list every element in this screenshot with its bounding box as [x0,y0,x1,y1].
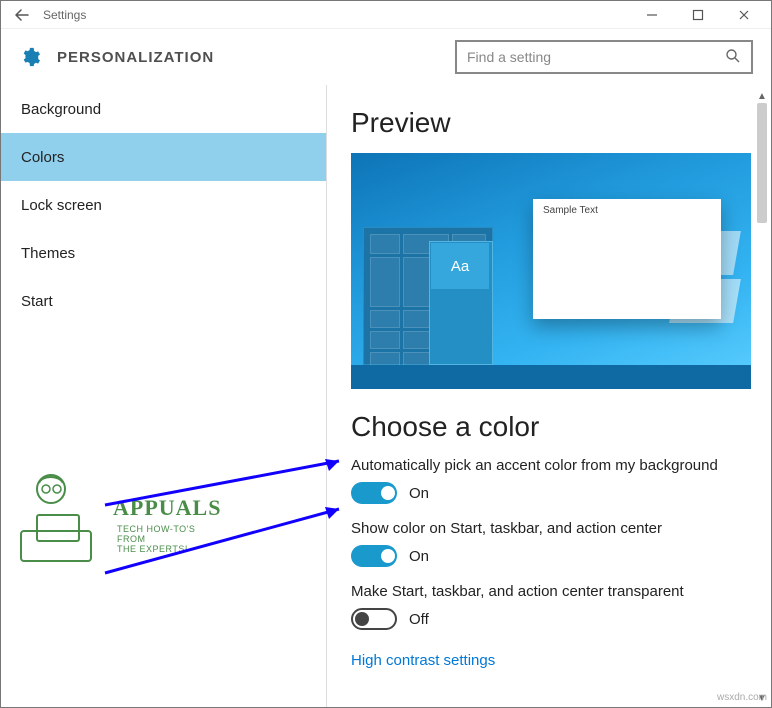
maximize-button[interactable] [675,1,721,29]
high-contrast-link[interactable]: High contrast settings [351,652,495,669]
source-text: wsxdn.com [717,692,767,703]
auto-accent-label: Automatically pick an accent color from … [351,457,747,474]
settings-window: Settings PERSONALIZATION Find a setting [0,0,772,708]
watermark-tagline-2: THE EXPERTS! [117,545,207,555]
sidebar-item-start[interactable]: Start [1,277,326,325]
scroll-up-icon[interactable]: ▲ [755,89,769,103]
search-icon [725,48,741,67]
sidebar-item-label: Background [21,101,101,118]
auto-accent-value: On [409,485,429,502]
sidebar-item-colors[interactable]: Colors [1,133,326,181]
auto-accent-toggle[interactable] [351,482,397,504]
watermark-tagline-1: TECH HOW-TO'S FROM [117,525,207,545]
appuals-watermark: APPUALS TECH HOW-TO'S FROM THE EXPERTS! [7,471,207,567]
transparent-toggle[interactable] [351,608,397,630]
scroll-thumb[interactable] [757,103,767,223]
close-button[interactable] [721,1,767,29]
title-bar: Settings [1,1,771,29]
gear-icon [19,46,41,68]
show-color-toggle[interactable] [351,545,397,567]
accent-tile: Aa [431,243,489,289]
sidebar-item-label: Lock screen [21,197,102,214]
show-color-label: Show color on Start, taskbar, and action… [351,520,747,537]
sample-window: Sample Text [533,199,721,319]
sidebar-item-themes[interactable]: Themes [1,229,326,277]
window-title: Settings [43,8,86,22]
transparent-label: Make Start, taskbar, and action center t… [351,583,747,600]
watermark-brand: APPUALS [113,495,221,521]
search-placeholder: Find a setting [467,49,725,65]
sample-window-label: Sample Text [543,205,598,216]
preview-heading: Preview [351,107,747,139]
sidebar-item-label: Themes [21,245,75,262]
transparent-value: Off [409,611,429,628]
sidebar: Background Colors Lock screen Themes Sta… [1,85,327,707]
header: PERSONALIZATION Find a setting [1,29,771,85]
taskbar-preview [351,365,751,389]
scrollbar[interactable]: ▲ ▼ [755,89,769,705]
page-title: PERSONALIZATION [57,49,214,66]
main-area: Preview Aa [327,85,771,707]
sidebar-item-label: Start [21,293,53,310]
choose-color-heading: Choose a color [351,411,747,443]
show-color-value: On [409,548,429,565]
body: Background Colors Lock screen Themes Sta… [1,85,771,707]
minimize-button[interactable] [629,1,675,29]
sidebar-item-background[interactable]: Background [1,85,326,133]
desktop-preview: Aa Sample Text [351,153,751,389]
accent-tile-text: Aa [451,258,469,275]
search-input[interactable]: Find a setting [455,40,753,74]
sidebar-item-lockscreen[interactable]: Lock screen [1,181,326,229]
sidebar-item-label: Colors [21,149,64,166]
back-button[interactable] [11,4,33,26]
